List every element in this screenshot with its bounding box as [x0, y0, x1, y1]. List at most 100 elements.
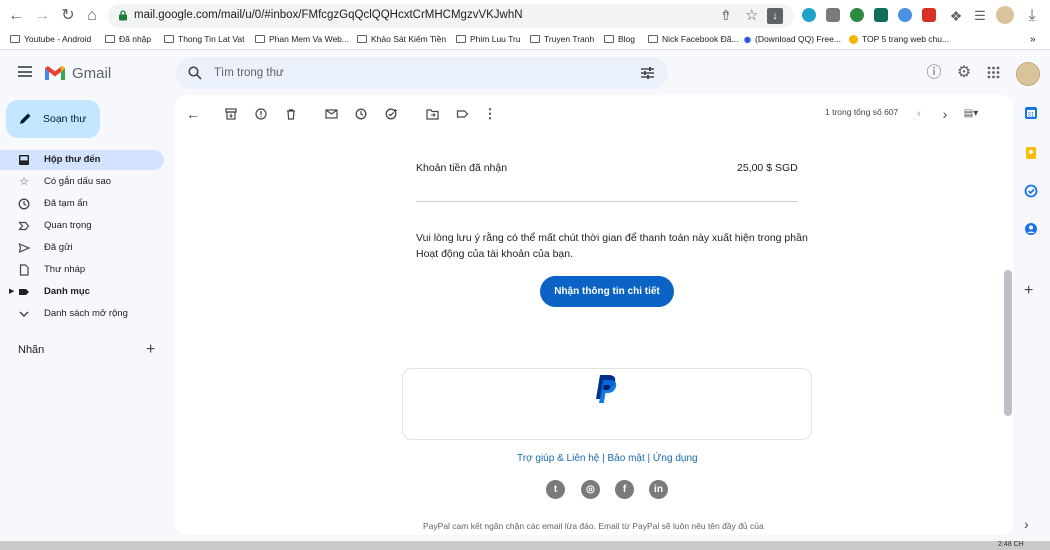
bookmark-item[interactable]: Phim Luu Tru [456, 34, 521, 44]
tasks-icon[interactable] [1024, 184, 1040, 200]
bookmark-item[interactable]: Nick Facebook Đã... [648, 34, 739, 44]
sidebar-item-important[interactable]: Quan trọng [0, 216, 164, 236]
home-icon[interactable]: ⌂ [82, 6, 102, 26]
bookmark-item[interactable]: Truyen Tranh [530, 34, 594, 44]
bookmarks-overflow[interactable]: » [1030, 34, 1036, 45]
label-as-icon[interactable] [456, 108, 469, 120]
system-clock: 2:48 CH [998, 541, 1024, 548]
search-placeholder: Tìm trong thư [214, 67, 284, 79]
folder-icon [604, 35, 614, 43]
download-icon[interactable]: ⤓ [1022, 6, 1042, 26]
help-icon[interactable]: ⓘ [925, 64, 943, 82]
footer-links[interactable]: Trợ giúp & Liên hệ | Bảo mật | Ứng dụng [517, 453, 698, 464]
send-icon [18, 242, 31, 254]
bookmark-item[interactable]: ◉ (Download QQ) Free... [744, 34, 841, 44]
older-chevron-icon[interactable]: › [937, 106, 953, 122]
download-app-icon[interactable]: ↓ [767, 8, 783, 24]
archive-icon[interactable] [225, 108, 237, 120]
sidebar-item-snoozed[interactable]: Đã tạm ẩn [0, 194, 164, 214]
snooze-icon[interactable] [355, 108, 367, 120]
label-icon [18, 286, 30, 298]
forward-icon[interactable]: → [32, 6, 52, 26]
pencil-icon [20, 113, 31, 124]
folder-icon [164, 35, 174, 43]
chevron-down-icon [18, 308, 30, 320]
folder-icon [530, 35, 540, 43]
sidebar-item-more[interactable]: Danh sách mở rộng [0, 304, 164, 324]
add-label-icon[interactable]: + [146, 341, 155, 359]
bookmarks-bar: Youtube - Android Đã nhập Thong Tin Lat … [0, 32, 1050, 50]
taskbar [0, 541, 1050, 550]
search-options-icon[interactable] [640, 66, 655, 80]
settings-gear-icon[interactable]: ⚙ [955, 64, 973, 82]
sidebar-item-sent[interactable]: Đã gửi [0, 238, 164, 258]
extension-icon[interactable] [802, 8, 816, 22]
mark-unread-icon[interactable] [325, 108, 338, 120]
twitter-icon[interactable]: t [546, 480, 565, 499]
report-spam-icon[interactable] [255, 108, 267, 120]
folder-icon [10, 35, 20, 43]
folder-icon [255, 35, 265, 43]
back-to-inbox-icon[interactable]: ← [185, 106, 201, 122]
show-side-panel-icon[interactable]: › [1024, 516, 1040, 532]
bookmark-item[interactable]: Khảo Sát Kiếm Tiền [357, 34, 446, 44]
share-icon[interactable]: ⇮ [720, 7, 732, 24]
bookmark-item[interactable]: TOP 5 trang web chu... [849, 34, 949, 44]
extension-icon[interactable] [826, 8, 840, 22]
apps-grid-icon[interactable] [987, 66, 1000, 79]
compose-button[interactable]: Soạn thư [6, 100, 100, 138]
folder-icon [105, 35, 115, 43]
bookmark-item[interactable]: Phan Mem Va Web... [255, 34, 349, 44]
instagram-icon[interactable]: ◎ [581, 480, 600, 499]
main-menu-icon[interactable] [18, 66, 32, 77]
linkedin-icon[interactable]: in [649, 480, 668, 499]
contacts-icon[interactable] [1024, 222, 1040, 238]
extension-icon[interactable] [874, 8, 888, 22]
reload-icon[interactable]: ↻ [58, 6, 78, 26]
more-options-icon[interactable]: ⋮ [482, 106, 498, 122]
pagination-count: 1 trong tổng số 607 [825, 107, 899, 117]
keep-icon[interactable] [1024, 146, 1040, 162]
bookmark-item[interactable]: Youtube - Android [10, 34, 91, 44]
divider [416, 201, 798, 202]
search-icon[interactable] [188, 66, 202, 80]
delete-icon[interactable] [285, 108, 297, 120]
bookmark-item[interactable]: Blog [604, 34, 635, 44]
newer-chevron-icon[interactable]: ‹ [911, 106, 927, 122]
add-task-icon[interactable] [385, 108, 398, 120]
lock-icon [119, 10, 127, 21]
facebook-icon[interactable]: f [615, 480, 634, 499]
input-tools-icon[interactable]: ▤▾ [963, 106, 979, 122]
extension-icon[interactable] [898, 8, 912, 22]
draft-icon [18, 264, 30, 276]
sidebar-item-inbox[interactable]: Hộp thư đến [0, 150, 164, 170]
address-bar[interactable]: mail.google.com/mail/u/0/#inbox/FMfcgzGq… [108, 4, 794, 28]
bookmark-item[interactable]: Thong Tin Lat Vat [164, 34, 244, 44]
expand-arrow-icon[interactable]: ▶ [9, 287, 14, 295]
calendar-icon[interactable]: 31 [1024, 106, 1040, 122]
reading-list-icon[interactable]: ☰ [970, 6, 990, 26]
search-input[interactable]: Tìm trong thư [176, 57, 668, 89]
avatar[interactable] [1016, 62, 1040, 86]
web-icon [849, 34, 858, 44]
bookmark-star-icon[interactable]: ☆ [745, 6, 758, 24]
message-view: ← ⋮ 1 trong tổng số 607 ‹ › ▤▾ Khoản tiề… [175, 95, 1013, 535]
profile-avatar[interactable] [996, 6, 1014, 24]
amount-value: 25,00 $ SGD [737, 162, 798, 174]
browser-toolbar: ← → ↻ ⌂ mail.google.com/mail/u/0/#inbox/… [0, 0, 1050, 32]
extension-icon[interactable] [850, 8, 864, 22]
move-to-icon[interactable] [426, 108, 439, 120]
extension-icon[interactable] [922, 8, 936, 22]
bookmark-item[interactable]: Đã nhập [105, 34, 151, 44]
sidebar-item-drafts[interactable]: Thư nháp [0, 260, 164, 280]
scrollbar-thumb[interactable] [1004, 270, 1012, 416]
sidebar-item-starred[interactable]: ☆ Có gắn dấu sao [0, 172, 164, 192]
add-addon-icon[interactable]: + [1024, 282, 1040, 299]
important-icon [18, 220, 30, 232]
svg-text:31: 31 [1028, 112, 1035, 118]
amount-label: Khoản tiền đã nhận [416, 162, 508, 174]
sidebar-item-categories[interactable]: ▶ Danh mục [0, 282, 164, 302]
extensions-puzzle-icon[interactable]: ❖ [946, 6, 966, 26]
back-icon[interactable]: ← [6, 6, 26, 26]
get-details-button[interactable]: Nhận thông tin chi tiết [540, 276, 674, 307]
